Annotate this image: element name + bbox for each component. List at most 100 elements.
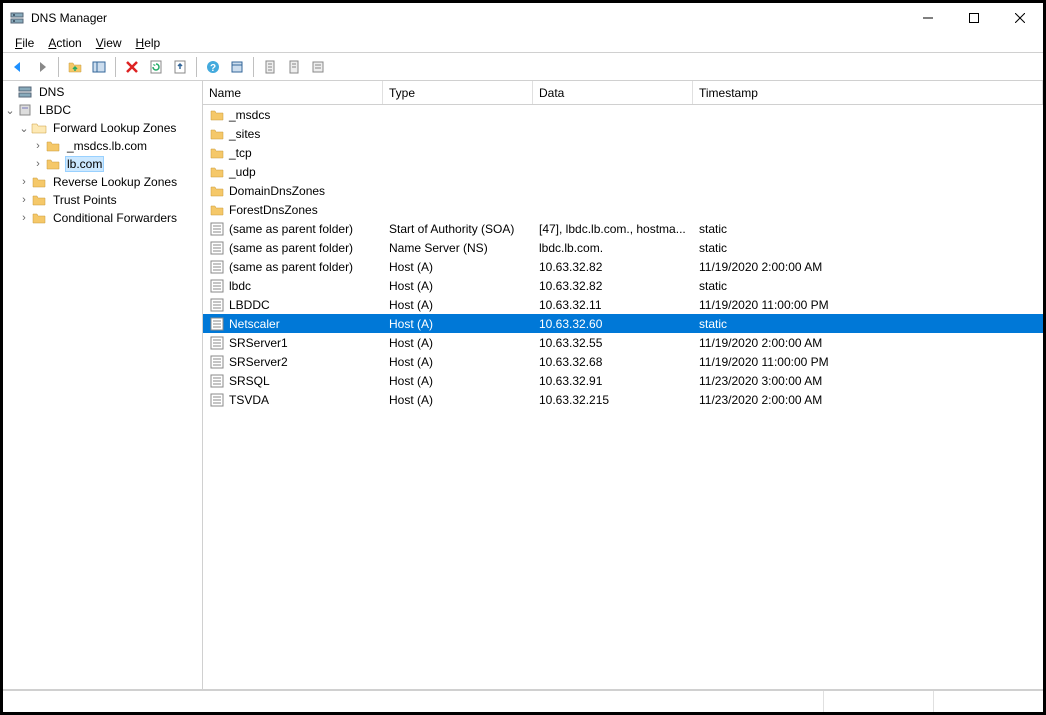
menu-view[interactable]: View — [90, 34, 128, 52]
cell-name: DomainDnsZones — [229, 184, 325, 198]
forward-button[interactable] — [31, 56, 53, 78]
cell-name: _tcp — [229, 146, 252, 160]
list-row[interactable]: SRSQLHost (A)10.63.32.9111/23/2020 3:00:… — [203, 371, 1043, 390]
cell-type: Host (A) — [383, 355, 533, 369]
list-row[interactable]: (same as parent folder)Start of Authorit… — [203, 219, 1043, 238]
toolbar-separator — [253, 57, 254, 77]
list-row[interactable]: _tcp — [203, 143, 1043, 162]
record-icon — [209, 297, 225, 313]
list-row[interactable]: SRServer1Host (A)10.63.32.5511/19/2020 2… — [203, 333, 1043, 352]
refresh-button[interactable] — [145, 56, 167, 78]
folder-icon — [209, 126, 225, 142]
minimize-button[interactable] — [905, 3, 951, 33]
record-icon — [209, 278, 225, 294]
tree-pane[interactable]: DNS ⌄ LBDC ⌄ Forward Lookup Zones › _msd… — [3, 81, 203, 689]
tree-node-flz[interactable]: ⌄ Forward Lookup Zones — [3, 119, 202, 137]
list-row[interactable]: (same as parent folder)Host (A)10.63.32.… — [203, 257, 1043, 276]
back-button[interactable] — [7, 56, 29, 78]
filter-button[interactable] — [307, 56, 329, 78]
cell-timestamp: 11/23/2020 3:00:00 AM — [693, 374, 1043, 388]
tree-node-server[interactable]: ⌄ LBDC — [3, 101, 202, 119]
new-record2-button[interactable] — [283, 56, 305, 78]
chevron-right-icon[interactable]: › — [17, 194, 31, 206]
maximize-button[interactable] — [951, 3, 997, 33]
menu-file[interactable]: File — [9, 34, 40, 52]
record-icon — [209, 316, 225, 332]
list-row[interactable]: _sites — [203, 124, 1043, 143]
record-icon — [209, 240, 225, 256]
list-row[interactable]: _msdcs — [203, 105, 1043, 124]
main-pane: DNS ⌄ LBDC ⌄ Forward Lookup Zones › _msd… — [3, 81, 1043, 690]
cell-timestamp: 11/19/2020 11:00:00 PM — [693, 355, 1043, 369]
cell-timestamp: 11/19/2020 2:00:00 AM — [693, 260, 1043, 274]
column-header-data[interactable]: Data — [533, 81, 693, 104]
cell-type: Host (A) — [383, 279, 533, 293]
export-button[interactable] — [169, 56, 191, 78]
chevron-down-icon[interactable]: ⌄ — [3, 104, 17, 117]
new-record-button[interactable] — [259, 56, 281, 78]
folder-icon — [209, 164, 225, 180]
list-row[interactable]: lbdcHost (A)10.63.32.82static — [203, 276, 1043, 295]
chevron-right-icon[interactable]: › — [31, 140, 45, 152]
chevron-down-icon[interactable]: ⌄ — [17, 122, 31, 135]
toolbar-separator — [196, 57, 197, 77]
folder-icon — [31, 210, 47, 226]
tree-node-dns[interactable]: DNS — [3, 83, 202, 101]
record-icon — [209, 259, 225, 275]
cell-type: Name Server (NS) — [383, 241, 533, 255]
folder-icon — [45, 138, 61, 154]
cell-data: 10.63.32.91 — [533, 374, 693, 388]
list-row[interactable]: LBDDCHost (A)10.63.32.1111/19/2020 11:00… — [203, 295, 1043, 314]
cell-timestamp: static — [693, 241, 1043, 255]
chevron-right-icon[interactable]: › — [17, 212, 31, 224]
folder-icon — [209, 202, 225, 218]
tree-node-cf[interactable]: › Conditional Forwarders — [3, 209, 202, 227]
tree-label: _msdcs.lb.com — [65, 139, 149, 153]
cell-data: 10.63.32.82 — [533, 279, 693, 293]
tree-node-lbcom[interactable]: › lb.com — [3, 155, 202, 173]
folder-icon — [31, 192, 47, 208]
menu-action[interactable]: Action — [42, 34, 87, 52]
window-title: DNS Manager — [31, 11, 107, 25]
record-icon — [209, 373, 225, 389]
list-row[interactable]: ForestDnsZones — [203, 200, 1043, 219]
delete-button[interactable] — [121, 56, 143, 78]
column-header-type[interactable]: Type — [383, 81, 533, 104]
cell-name: _udp — [229, 165, 256, 179]
help-button[interactable]: ? — [202, 56, 224, 78]
list-row[interactable]: (same as parent folder)Name Server (NS)l… — [203, 238, 1043, 257]
cell-name: SRServer1 — [229, 336, 288, 350]
cell-type: Host (A) — [383, 260, 533, 274]
dns-icon — [17, 84, 33, 100]
toolbar-separator — [115, 57, 116, 77]
list-row[interactable]: TSVDAHost (A)10.63.32.21511/23/2020 2:00… — [203, 390, 1043, 409]
folder-icon — [209, 107, 225, 123]
cell-name: lbdc — [229, 279, 251, 293]
tree-node-rlz[interactable]: › Reverse Lookup Zones — [3, 173, 202, 191]
column-header-timestamp[interactable]: Timestamp — [693, 81, 1043, 104]
cell-timestamp: 11/19/2020 2:00:00 AM — [693, 336, 1043, 350]
list-row[interactable]: DomainDnsZones — [203, 181, 1043, 200]
cell-data: 10.63.32.68 — [533, 355, 693, 369]
menu-help[interactable]: Help — [130, 34, 167, 52]
cell-timestamp: static — [693, 222, 1043, 236]
close-button[interactable] — [997, 3, 1043, 33]
list-row[interactable]: SRServer2Host (A)10.63.32.6811/19/2020 1… — [203, 352, 1043, 371]
up-button[interactable] — [64, 56, 86, 78]
tree-label: Trust Points — [51, 193, 119, 207]
cell-name: SRSQL — [229, 374, 270, 388]
column-header-name[interactable]: Name — [203, 81, 383, 104]
properties-button[interactable] — [226, 56, 248, 78]
list-row[interactable]: _udp — [203, 162, 1043, 181]
chevron-right-icon[interactable]: › — [31, 158, 45, 170]
list-body[interactable]: _msdcs_sites _tcp _udp DomainDnsZones Forest… — [203, 105, 1043, 689]
tree-label: LBDC — [37, 103, 73, 117]
show-hide-tree-button[interactable] — [88, 56, 110, 78]
tree-node-msdcs[interactable]: › _msdcs.lb.com — [3, 137, 202, 155]
cell-timestamp: static — [693, 317, 1043, 331]
list-row[interactable]: NetscalerHost (A)10.63.32.60static — [203, 314, 1043, 333]
cell-data: 10.63.32.11 — [533, 298, 693, 312]
tree-node-tp[interactable]: › Trust Points — [3, 191, 202, 209]
chevron-right-icon[interactable]: › — [17, 176, 31, 188]
cell-name: (same as parent folder) — [229, 222, 353, 236]
